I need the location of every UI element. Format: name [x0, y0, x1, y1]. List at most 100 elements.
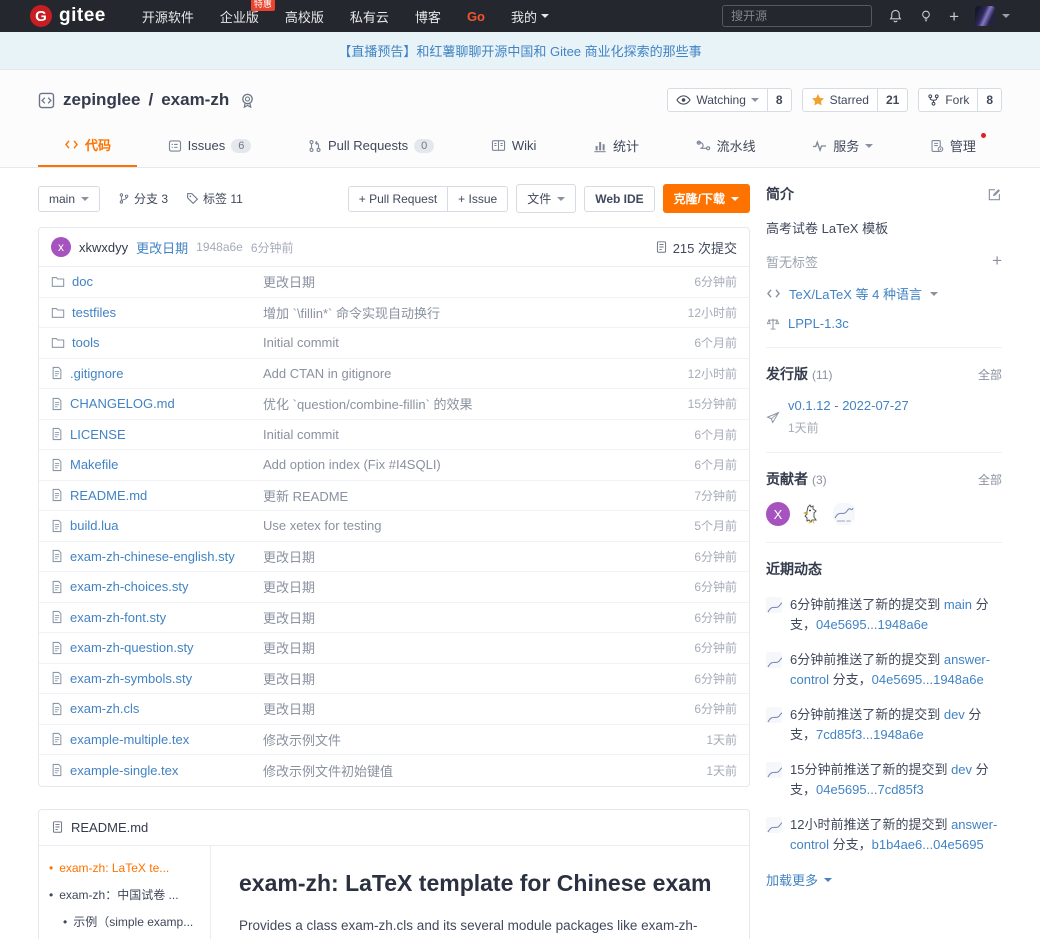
file-link[interactable]: README.md — [70, 488, 147, 503]
file-link[interactable]: doc — [72, 274, 93, 289]
file-link[interactable]: LICENSE — [70, 427, 126, 442]
file-link[interactable]: exam-zh-choices.sty — [70, 579, 188, 594]
file-link[interactable]: tools — [72, 335, 99, 350]
committer-avatar[interactable]: x — [51, 237, 71, 257]
contributor-avatar[interactable] — [832, 502, 856, 526]
nav-item-我的[interactable]: 我的 — [511, 7, 549, 26]
commit-time: 6分钟前 — [694, 670, 737, 687]
activity-link[interactable]: dev — [944, 707, 965, 722]
watching-count[interactable]: 8 — [767, 89, 791, 111]
tags-link[interactable]: 标签 11 — [186, 190, 243, 207]
commit-message-link[interactable]: 更新 README — [263, 486, 694, 505]
activity-link[interactable]: main — [944, 597, 972, 612]
file-menu-button[interactable]: 文件 — [516, 184, 576, 213]
commit-message-link[interactable]: 更改日期 — [136, 238, 188, 257]
commit-message-link[interactable]: 优化 `question/combine-fillin` 的效果 — [263, 394, 688, 413]
tab-服务[interactable]: 服务 — [786, 124, 899, 167]
commit-message-link[interactable]: 增加 `\fillin*` 命令实现自动换行 — [263, 303, 688, 322]
announcement-link[interactable]: 【直播预告】和红薯聊聊开源中国和 Gitee 商业化探索的那些事 — [338, 41, 701, 60]
fork-count[interactable]: 8 — [977, 89, 1001, 111]
commit-message-link[interactable]: Add CTAN in gitignore — [263, 366, 688, 381]
file-link[interactable]: example-multiple.tex — [70, 732, 189, 747]
fork-button[interactable]: Fork8 — [918, 88, 1002, 112]
toc-item[interactable]: exam-zh: LaTeX te... — [49, 860, 200, 876]
nav-item-博客[interactable]: 博客 — [415, 7, 441, 26]
nav-item-高校版[interactable]: 高校版 — [285, 7, 324, 26]
file-link[interactable]: example-single.tex — [70, 763, 178, 778]
nav-item-企业版[interactable]: 企业版特惠 — [220, 7, 259, 26]
starred-count[interactable]: 21 — [877, 89, 907, 111]
nav-item-Go[interactable]: Go — [467, 9, 485, 24]
file-link[interactable]: exam-zh-font.sty — [70, 610, 166, 625]
load-more-link[interactable]: 加载更多 — [766, 870, 1002, 889]
nav-item-开源软件[interactable]: 开源软件 — [142, 7, 194, 26]
file-link[interactable]: exam-zh-symbols.sty — [70, 671, 192, 686]
new-pull-request-button[interactable]: + Pull Request — [348, 186, 448, 212]
activity-link[interactable]: 04e5695...1948a6e — [816, 617, 928, 632]
commit-message-link[interactable]: 更改日期 — [263, 608, 694, 627]
contributor-avatar[interactable]: X — [766, 502, 790, 526]
tab-Pull Requests[interactable]: Pull Requests0 — [282, 124, 460, 167]
commit-message-link[interactable]: Use xetex for testing — [263, 518, 694, 533]
bulb-icon[interactable] — [919, 8, 933, 24]
watching-button[interactable]: Watching8 — [667, 88, 791, 112]
tab-管理[interactable]: 管理 — [904, 124, 1002, 167]
bell-icon[interactable] — [888, 8, 903, 24]
commit-message-link[interactable]: 修改示例文件 — [263, 730, 706, 749]
contributors-all-link[interactable]: 全部 — [978, 471, 1002, 488]
commit-message-link[interactable]: Initial commit — [263, 427, 694, 442]
file-link[interactable]: CHANGELOG.md — [70, 396, 175, 411]
commit-message-link[interactable]: 修改示例文件初始键值 — [263, 761, 706, 780]
file-link[interactable]: testfiles — [72, 305, 116, 320]
toc-item[interactable]: exam-zh：中国试卷 ... — [49, 887, 200, 903]
release-link[interactable]: v0.1.12 - 2022-07-27 — [788, 398, 909, 413]
tab-代码[interactable]: 代码 — [38, 124, 137, 167]
activity-link[interactable]: 04e5695...1948a6e — [872, 672, 984, 687]
file-link[interactable]: Makefile — [70, 457, 118, 472]
add-tag-icon[interactable]: + — [992, 251, 1002, 271]
commit-message-link[interactable]: 更改日期 — [263, 577, 694, 596]
commit-message-link[interactable]: Add option index (Fix #I4SQLI) — [263, 457, 694, 472]
search-input[interactable] — [722, 5, 872, 27]
web-ide-button[interactable]: Web IDE — [584, 186, 654, 212]
activity-link[interactable]: 04e5695...7cd85f3 — [816, 782, 924, 797]
commit-count-link[interactable]: 215 次提交 — [655, 238, 737, 257]
repo-owner-link[interactable]: zepinglee — [63, 90, 140, 110]
tab-统计[interactable]: 统计 — [567, 124, 665, 167]
commit-message-link[interactable]: 更改日期 — [263, 669, 694, 688]
commit-message-link[interactable]: 更改日期 — [263, 638, 694, 657]
commit-message-link[interactable]: Initial commit — [263, 335, 694, 350]
file-link[interactable]: exam-zh-question.sty — [70, 640, 194, 655]
commit-message-link[interactable]: 更改日期 — [263, 699, 694, 718]
new-issue-button[interactable]: + Issue — [448, 186, 508, 212]
user-menu[interactable] — [975, 6, 1010, 26]
committer-name[interactable]: xkwxdyy — [79, 240, 128, 255]
tab-Issues[interactable]: Issues6 — [142, 124, 278, 167]
tab-Wiki[interactable]: Wiki — [465, 124, 563, 167]
edit-icon[interactable] — [987, 187, 1002, 202]
languages-link[interactable]: TeX/LaTeX 等 4 种语言 — [766, 284, 1002, 303]
commit-message-link[interactable]: 更改日期 — [263, 272, 694, 291]
commit-message-link[interactable]: 更改日期 — [263, 547, 694, 566]
file-link[interactable]: exam-zh.cls — [70, 701, 139, 716]
releases-all-link[interactable]: 全部 — [978, 366, 1002, 383]
activity-link[interactable]: 7cd85f3...1948a6e — [816, 727, 924, 742]
activity-link[interactable]: dev — [951, 762, 972, 777]
contributor-avatar[interactable] — [799, 502, 823, 526]
tab-count-badge: 0 — [414, 139, 434, 153]
nav-item-私有云[interactable]: 私有云 — [350, 7, 389, 26]
file-link[interactable]: build.lua — [70, 518, 118, 533]
activity-link[interactable]: b1b4ae6...04e5695 — [872, 837, 984, 852]
starred-button[interactable]: Starred21 — [802, 88, 909, 112]
license-link[interactable]: LPPL-1.3c — [766, 316, 1002, 331]
plus-icon[interactable]: + — [949, 8, 959, 25]
branch-selector[interactable]: main — [38, 186, 100, 212]
tab-流水线[interactable]: 流水线 — [670, 124, 782, 167]
file-link[interactable]: exam-zh-chinese-english.sty — [70, 549, 235, 564]
toc-item[interactable]: 示例（simple examp... — [63, 914, 200, 930]
repo-name-link[interactable]: exam-zh — [161, 90, 229, 110]
clone-download-button[interactable]: 克隆/下载 — [663, 184, 750, 213]
gitee-logo[interactable]: G gitee — [30, 5, 106, 27]
branches-link[interactable]: 分支 3 — [118, 190, 168, 207]
file-link[interactable]: .gitignore — [70, 366, 123, 381]
